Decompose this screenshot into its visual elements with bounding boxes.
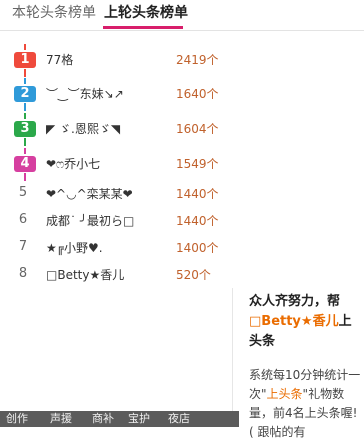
badge-ribbon xyxy=(24,78,26,84)
ranking-row[interactable]: 6 成都˙ ╯最初ら□ 1440个 xyxy=(0,207,240,233)
badge-ribbon xyxy=(24,138,26,146)
rank-number: 2 xyxy=(14,86,36,102)
rank-number: 4 xyxy=(14,156,36,172)
badge-ribbon xyxy=(24,69,26,77)
rank-badge-icon: 3 xyxy=(11,113,39,146)
rules-highlight: 上头条 xyxy=(266,387,303,401)
badge-ribbon xyxy=(24,113,26,119)
tab-current-round[interactable]: 本轮头条榜单 xyxy=(12,3,96,27)
badge-ribbon xyxy=(24,103,26,111)
gift-count: 1440个 xyxy=(176,187,219,201)
gift-count: 2419个 xyxy=(176,53,219,67)
user-name[interactable]: ︶‿︶东妹↘↗ xyxy=(46,85,124,102)
badge-ribbon xyxy=(24,148,26,154)
info-panel: 众人齐努力，帮 □Betty★香儿上头条 系统每10分钟统计一次"上头条"礼物数量… xyxy=(232,288,364,439)
toolbar-item[interactable]: 创作 xyxy=(6,412,28,426)
user-name[interactable]: ❤^◡^栾某某❤ xyxy=(46,185,133,202)
bottom-toolbar: 创作 声援 商补 宝护 夜店 xyxy=(0,411,239,427)
rank-number: 8 xyxy=(18,266,28,281)
user-name[interactable]: ★╔小野♥. xyxy=(46,239,103,256)
rank-badge-icon: 4 xyxy=(11,148,39,181)
rules-text: 系统每10分钟统计一次"上头条"礼物数量，前4名上头条喔! ( 跟帖的有 xyxy=(249,366,361,442)
ranking-row[interactable]: 4 ❤ෆ乔小七 1549个 xyxy=(0,148,240,181)
headline-text: 众人齐努力，帮□Betty★香儿上头条 xyxy=(249,292,359,352)
ranking-row[interactable]: 5 ❤^◡^栾某某❤ 1440个 xyxy=(0,180,240,206)
ranking-row[interactable]: 1 77格 2419个 xyxy=(0,44,240,77)
user-name[interactable]: ❤ෆ乔小七 xyxy=(46,155,100,172)
toolbar-item[interactable]: 夜店 xyxy=(168,412,190,426)
user-name[interactable]: 成都˙ ╯最初ら□ xyxy=(46,212,134,229)
gift-count: 520个 xyxy=(176,268,211,282)
ranking-row[interactable]: 7 ★╔小野♥. 1400个 xyxy=(0,234,240,260)
rank-number: 7 xyxy=(18,239,28,254)
user-name[interactable]: 77格 xyxy=(46,51,73,68)
rank-badge-icon: 1 xyxy=(11,44,39,77)
toolbar-item[interactable]: 商补 xyxy=(92,412,114,426)
active-tab-indicator xyxy=(103,26,183,29)
rank-badge-icon: 2 xyxy=(11,78,39,111)
rank-number: 6 xyxy=(18,212,28,227)
toolbar-item[interactable]: 声援 xyxy=(50,412,72,426)
gift-count: 1440个 xyxy=(176,214,219,228)
rank-number: 3 xyxy=(14,121,36,137)
ranking-row[interactable]: 3 ◤ ゞ.恩熙ゞ◥ 1604个 xyxy=(0,113,240,146)
gift-count: 1400个 xyxy=(176,241,219,255)
badge-ribbon xyxy=(24,44,26,50)
tab-bar: 本轮头条榜单 上轮头条榜单 xyxy=(0,0,364,31)
rank-number: 1 xyxy=(14,52,36,68)
ranking-row[interactable]: 8 □Betty★香儿 520个 xyxy=(0,261,240,287)
gift-count: 1604个 xyxy=(176,122,219,136)
tab-last-round[interactable]: 上轮头条榜单 xyxy=(104,3,188,27)
gift-count: 1549个 xyxy=(176,157,219,171)
ranking-row[interactable]: 2 ︶‿︶东妹↘↗ 1640个 xyxy=(0,78,240,111)
gift-count: 1640个 xyxy=(176,87,219,101)
user-name[interactable]: ◤ ゞ.恩熙ゞ◥ xyxy=(46,120,120,137)
headline-user-name[interactable]: □Betty★香儿 xyxy=(249,314,339,329)
rank-number: 5 xyxy=(18,185,28,200)
user-name[interactable]: □Betty★香儿 xyxy=(46,266,124,283)
toolbar-item[interactable]: 宝护 xyxy=(128,412,150,426)
headline-prefix: 众人齐努力，帮 xyxy=(249,294,341,309)
